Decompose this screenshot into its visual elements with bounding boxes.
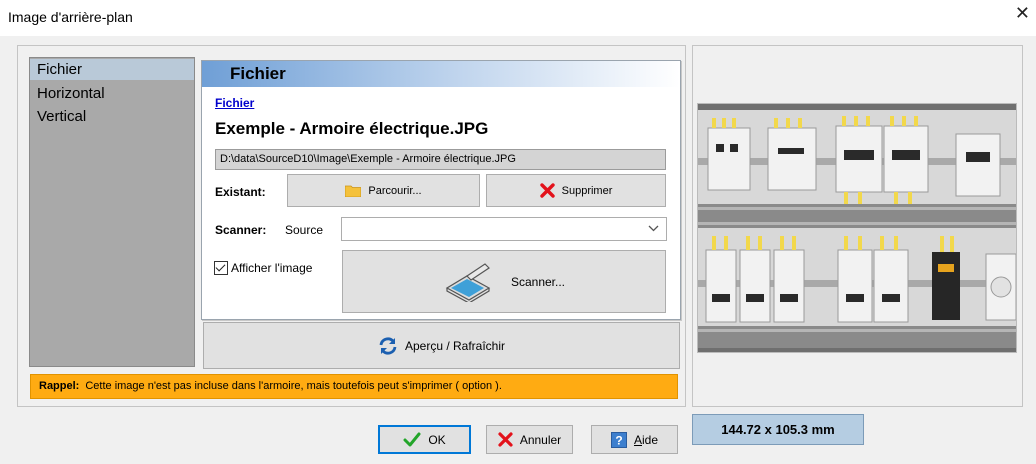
reminder-banner: Rappel: Cette image n'est pas incluse dan… bbox=[30, 374, 678, 399]
file-path-field: D:\data\SourceD10\Image\Exemple - Armoir… bbox=[215, 149, 666, 170]
help-button[interactable]: ? Aide bbox=[591, 425, 678, 454]
cancel-label: Annuler bbox=[519, 432, 562, 447]
show-image-label: Afficher l'image bbox=[231, 261, 313, 275]
cancel-button[interactable]: Annuler bbox=[486, 425, 573, 454]
show-image-checkbox[interactable]: Afficher l'image bbox=[214, 261, 312, 275]
browse-label: Parcourir... bbox=[368, 184, 422, 197]
chevron-down-icon bbox=[648, 225, 659, 232]
image-size-display: 144.72 x 105.3 mm bbox=[692, 414, 864, 445]
preview-refresh-label: Aperçu / Rafraîchir bbox=[404, 338, 506, 353]
browse-button[interactable]: Parcourir... bbox=[287, 174, 480, 207]
title-bar: Image d'arrière-plan ✕ bbox=[0, 0, 1036, 36]
help-label-rest: ide bbox=[642, 432, 659, 447]
source-label: Source bbox=[285, 223, 324, 237]
help-icon: ? bbox=[610, 431, 627, 448]
ok-button[interactable]: OK bbox=[378, 425, 471, 454]
source-select[interactable] bbox=[341, 217, 667, 241]
section-title: Fichier bbox=[230, 64, 286, 83]
red-x-icon bbox=[498, 432, 513, 447]
close-icon[interactable]: ✕ bbox=[1015, 3, 1030, 24]
preview-refresh-button[interactable]: Aperçu / Rafraîchir bbox=[203, 322, 680, 369]
folder-icon bbox=[345, 185, 362, 197]
checkbox-checked-icon[interactable] bbox=[214, 261, 228, 275]
help-label-accelerator: A bbox=[633, 432, 642, 447]
svg-text:?: ? bbox=[615, 433, 622, 447]
fichier-link[interactable]: Fichier bbox=[215, 96, 254, 110]
window-title: Image d'arrière-plan bbox=[8, 9, 133, 25]
existing-label: Existant: bbox=[215, 185, 266, 199]
nav-item-fichier[interactable]: Fichier bbox=[30, 59, 194, 80]
reminder-prefix: Rappel: bbox=[39, 380, 80, 392]
nav-item-horizontal[interactable]: Horizontal bbox=[30, 83, 194, 104]
refresh-icon bbox=[379, 336, 397, 355]
category-list[interactable]: Fichier Horizontal Vertical bbox=[29, 57, 195, 367]
scanner-icon bbox=[445, 262, 491, 302]
file-name: Exemple - Armoire électrique.JPG bbox=[215, 119, 489, 138]
scan-button[interactable]: Scanner... bbox=[342, 250, 666, 313]
preview-image bbox=[697, 103, 1017, 353]
section-header: Fichier bbox=[201, 60, 681, 87]
delete-button[interactable]: Supprimer bbox=[486, 174, 666, 207]
scanner-label: Scanner: bbox=[215, 223, 267, 237]
scan-label: Scanner... bbox=[510, 274, 566, 289]
red-x-icon bbox=[539, 183, 555, 198]
green-check-icon bbox=[403, 432, 421, 446]
reminder-text: Cette image n'est pas incluse dans l'arm… bbox=[85, 380, 502, 392]
electrical-cabinet-photo bbox=[698, 104, 1016, 352]
help-label: Aide bbox=[634, 433, 658, 447]
ok-label: OK bbox=[428, 432, 446, 447]
delete-label: Supprimer bbox=[561, 184, 613, 197]
nav-item-vertical[interactable]: Vertical bbox=[30, 106, 194, 127]
